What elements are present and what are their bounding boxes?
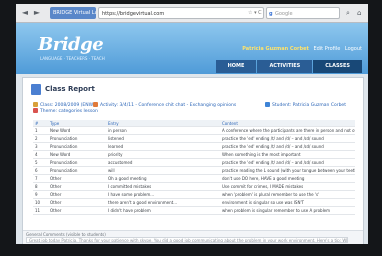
- menu-home[interactable]: HOME: [215, 60, 257, 73]
- search-input[interactable]: g Google: [266, 7, 340, 19]
- logo-tagline: LANGUAGE · TEACHERS · TEACH: [40, 56, 105, 61]
- header-entry[interactable]: Entry: [108, 120, 223, 127]
- search-placeholder: Google: [275, 11, 293, 17]
- menu-classes[interactable]: CLASSES: [313, 60, 362, 73]
- address-controls[interactable]: ☆ ▾ C: [248, 7, 262, 19]
- table-row[interactable]: 1 New Word in person A conference where the…: [33, 127, 355, 135]
- google-icon: g: [269, 11, 273, 17]
- header-content[interactable]: Content: [222, 120, 355, 127]
- table-row[interactable]: 8 Other I committed mistakes Use commit for…: [33, 183, 355, 191]
- table-row[interactable]: 10 Other there aren't a good environment..…: [33, 199, 355, 207]
- activity-link[interactable]: Activity: 3/4/11 - Conference chit chat …: [93, 102, 236, 108]
- forward-button[interactable]: ►: [32, 8, 42, 18]
- table-row[interactable]: 6 Pronunciation will practice reading the L…: [33, 167, 355, 175]
- activity-icon: [93, 102, 98, 107]
- home-icon[interactable]: ⌂: [357, 8, 361, 18]
- browser-toolbar: ◄ ► BRIDGE Virtual Lab https://bridgevir…: [16, 4, 368, 23]
- theme-icon: [33, 108, 38, 113]
- header-type[interactable]: Type: [50, 120, 106, 127]
- student-link[interactable]: Student: Patricia Guzman Corbet: [265, 102, 346, 108]
- theme-link[interactable]: Theme: categories lesson: [33, 108, 98, 114]
- table-row[interactable]: 7 Other Oh a good meeting don't use DO here…: [33, 175, 355, 183]
- comments-field[interactable]: Great job today Patricia. Thanks for you…: [26, 237, 348, 243]
- table-row[interactable]: 11 Other I didn't have problem when problem…: [33, 207, 355, 215]
- table-header: # Type Entry Content: [33, 120, 355, 127]
- back-button[interactable]: ◄: [20, 8, 30, 18]
- report-header: Class Report: [31, 83, 131, 96]
- main-menu: HOME ACTIVITIES CLASSES: [215, 60, 362, 73]
- search-icon[interactable]: ⌕: [346, 8, 350, 18]
- class-icon: [33, 102, 38, 107]
- menu-activities[interactable]: ACTIVITIES: [257, 60, 313, 73]
- browser-window: ◄ ► BRIDGE Virtual Lab https://bridgevir…: [16, 4, 368, 244]
- edit-profile-link[interactable]: Edit Profile: [313, 46, 340, 52]
- browser-tab[interactable]: BRIDGE Virtual Lab: [50, 7, 96, 19]
- page-title: Class Report: [45, 85, 95, 93]
- user-name[interactable]: Patricia Guzman Corbet: [242, 46, 309, 52]
- table-row[interactable]: 9 Other I have some problem... when 'proble…: [33, 191, 355, 199]
- table-row[interactable]: 4 New Word priority When something is the m…: [33, 151, 355, 159]
- device-frame: ◄ ► BRIDGE Virtual Lab https://bridgevir…: [0, 0, 382, 256]
- bridge-logo[interactable]: Bridge: [38, 36, 104, 54]
- report-panel: Class Report Class: 2008/2009 (ENW) Acti…: [22, 77, 364, 244]
- header-number[interactable]: #: [35, 120, 49, 127]
- address-bar[interactable]: https://bridgevirtual.com: [98, 7, 264, 19]
- table-row[interactable]: 2 Pronunciation listened practice the 'ed' …: [33, 135, 355, 143]
- site-header: Bridge LANGUAGE · TEACHERS · TEACH Patri…: [16, 23, 368, 74]
- report-table: # Type Entry Content 1 New Word in person A…: [33, 120, 355, 215]
- table-row[interactable]: 3 Pronunciation learned practice the 'ed' e…: [33, 143, 355, 151]
- student-icon: [265, 102, 270, 107]
- logout-link[interactable]: Logout: [345, 46, 362, 52]
- user-links: Patricia Guzman Corbet Edit Profile Logo…: [239, 46, 362, 52]
- general-comments: General Comments (visible to students) G…: [23, 230, 363, 244]
- table-row[interactable]: 5 Pronunciation accustomed practice the 'ed…: [33, 159, 355, 167]
- report-icon: [31, 84, 41, 95]
